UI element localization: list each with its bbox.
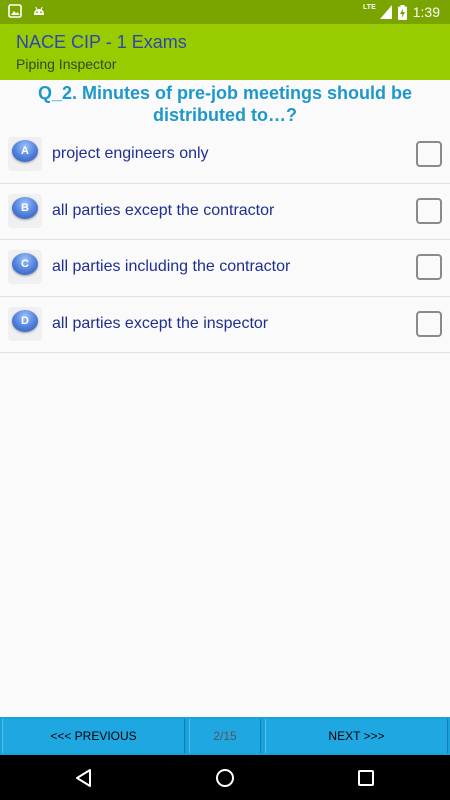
answer-option-a[interactable]: A project engineers only [0, 127, 450, 184]
answer-option-b[interactable]: B all parties except the contractor [0, 184, 450, 240]
answer-option-c[interactable]: C all parties including the contractor [0, 240, 450, 297]
option-letter-badge-c: C [8, 250, 42, 284]
question-text: Q_2. Minutes of pre-job meetings should … [37, 83, 413, 125]
option-letter-d: D [12, 309, 38, 332]
battery-charging-icon [397, 4, 407, 20]
android-notification-icon [34, 6, 44, 15]
status-bar: LTE 1:39 [0, 0, 450, 24]
option-letter-a: A [12, 140, 38, 162]
back-icon[interactable] [73, 767, 95, 789]
option-text-b: all parties except the contractor [52, 201, 275, 219]
option-letter-badge-a: A [8, 137, 42, 171]
recent-apps-icon[interactable] [355, 767, 377, 789]
app-title: NACE CIP - 1 Exams [16, 32, 187, 52]
previous-button[interactable]: <<< PREVIOUS [2, 719, 185, 753]
option-letter-badge-d: D [8, 306, 42, 341]
option-text-d: all parties except the inspector [52, 314, 269, 332]
option-checkbox-b[interactable] [416, 197, 442, 224]
option-text-c: all parties including the contractor [52, 258, 291, 275]
image-notification-icon [8, 4, 22, 18]
option-checkbox-c[interactable] [416, 254, 442, 280]
answer-options-list: A project engineers only B all parties e… [0, 127, 450, 353]
option-text-a: project engineers only [52, 145, 209, 162]
system-navigation-bar [0, 755, 450, 800]
option-checkbox-d[interactable] [416, 310, 442, 337]
network-type-label: LTE [363, 3, 376, 11]
answer-option-d[interactable]: D all parties except the inspector [0, 297, 450, 353]
home-icon[interactable] [214, 767, 236, 789]
next-button[interactable]: NEXT >>> [265, 719, 448, 753]
app-subtitle: Piping Inspector [16, 56, 117, 72]
option-letter-b: B [12, 196, 38, 219]
app-bar: NACE CIP - 1 Exams Piping Inspector [0, 24, 450, 80]
option-checkbox-a[interactable] [416, 141, 442, 167]
option-letter-c: C [12, 253, 38, 275]
option-letter-badge-b: B [8, 193, 42, 228]
clock: 1:39 [412, 4, 440, 20]
page-indicator: 2/15 [189, 719, 261, 753]
lte-signal-icon [379, 5, 392, 19]
question-navigation-bar: <<< PREVIOUS 2/15 NEXT >>> [0, 717, 450, 755]
